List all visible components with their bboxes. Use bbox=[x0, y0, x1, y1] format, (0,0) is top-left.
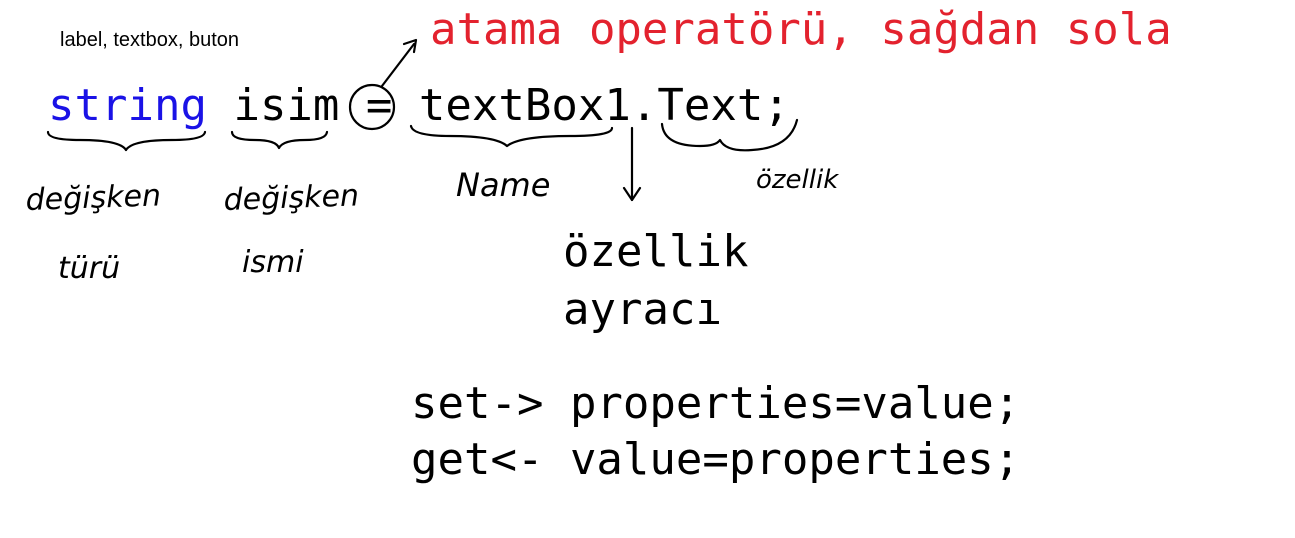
handwriting-name: Name bbox=[456, 166, 550, 204]
property-brace bbox=[660, 118, 799, 152]
variable-brace bbox=[230, 130, 329, 150]
handwriting-ismi: ismi bbox=[242, 245, 304, 280]
object-brace bbox=[409, 124, 614, 148]
handwritten-annotations: değişken türü değişken ismi Name özellik bbox=[25, 38, 839, 286]
operator-arrow bbox=[380, 42, 416, 88]
handwriting-variable-type: değişken türü bbox=[25, 178, 161, 286]
handwriting-degisken-1: değişken bbox=[25, 178, 161, 218]
type-brace bbox=[46, 130, 207, 152]
whiteboard-canvas: label, textbox, buton atama operatörü, s… bbox=[0, 0, 1295, 538]
handwriting-turu: türü bbox=[58, 251, 120, 286]
handwriting-variable-name: değişken ismi bbox=[223, 178, 359, 280]
handwriting-ozellik: özellik bbox=[756, 165, 839, 195]
operator-circle bbox=[348, 83, 396, 131]
handwriting-degisken-2: değişken bbox=[223, 178, 359, 218]
